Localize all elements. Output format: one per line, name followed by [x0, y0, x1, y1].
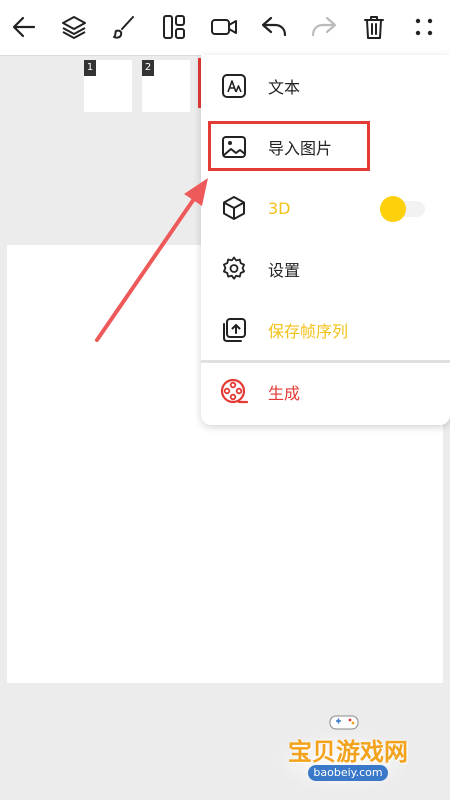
- watermark-title: 宝贝游戏网: [288, 738, 408, 766]
- watermark-logo: 宝贝游戏网 baobeiy.com: [268, 712, 428, 792]
- watermark-url: baobeiy.com: [308, 765, 388, 781]
- gamepad-icon: [329, 715, 359, 730]
- annotation-arrow: [95, 178, 208, 342]
